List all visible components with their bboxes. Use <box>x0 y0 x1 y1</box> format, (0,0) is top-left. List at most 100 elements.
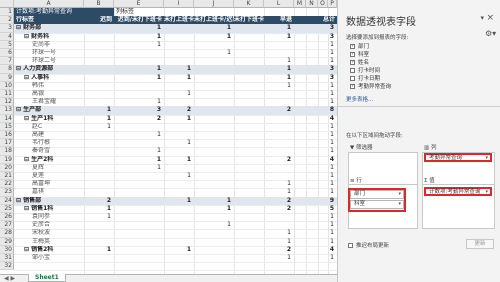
row-header[interactable]: 9 <box>0 73 14 82</box>
value-cell[interactable]: 1 <box>114 41 164 49</box>
row-header[interactable]: 7 <box>0 57 14 66</box>
value-cell[interactable] <box>234 147 264 155</box>
spreadsheet[interactable]: A B E I J K L M N O P 1 2 3 4 5 6 7 8 9 10 11 12 13 1… <box>0 0 337 282</box>
value-cell[interactable] <box>84 188 114 196</box>
value-cell[interactable] <box>264 90 294 98</box>
field-item[interactable]: ✓ 科室 <box>350 52 369 59</box>
value-cell[interactable]: 1 <box>114 65 164 73</box>
row-label-cell[interactable]: 嘉祺 <box>14 188 84 196</box>
col-header-O[interactable]: O <box>318 0 328 8</box>
row-header[interactable]: 11 <box>0 90 14 99</box>
row-header[interactable]: 4 <box>0 32 14 41</box>
field-item[interactable]: ✓ 姓名 <box>350 60 369 67</box>
row-label-cell[interactable]: 袁同参 <box>14 213 84 221</box>
value-cell[interactable] <box>234 139 264 147</box>
value-cell[interactable]: 1 <box>294 123 337 131</box>
row-header[interactable]: 24 <box>0 196 14 205</box>
value-cell[interactable] <box>114 123 164 131</box>
value-cell[interactable] <box>164 229 194 237</box>
checkbox-icon[interactable] <box>350 68 355 73</box>
value-cell[interactable] <box>194 213 234 221</box>
row-label-cell[interactable]: 史尚非 <box>14 41 84 49</box>
filter-cell[interactable]: 计数项:考勤异常查询 <box>14 8 114 17</box>
header-cell[interactable]: 未打上班卡 <box>164 16 194 24</box>
value-cell[interactable] <box>194 156 234 164</box>
row-header[interactable]: 28 <box>0 229 14 238</box>
row-label-cell[interactable]: ⊟ 人力资源部 <box>14 65 84 73</box>
select-all-corner[interactable] <box>0 0 14 8</box>
value-cell[interactable] <box>164 131 194 139</box>
value-cell[interactable]: 4 <box>294 246 337 254</box>
row-header[interactable]: 20 <box>0 163 14 172</box>
value-cell[interactable]: 1 <box>294 213 337 221</box>
value-cell[interactable] <box>264 164 294 172</box>
value-cell[interactable] <box>114 221 164 229</box>
value-cell[interactable] <box>194 246 234 254</box>
row-label-cell[interactable]: 环球二号 <box>14 57 84 65</box>
value-cell[interactable]: 2 <box>164 106 194 114</box>
col-header-L[interactable]: L <box>264 0 294 8</box>
value-cell[interactable]: 1 <box>114 74 164 82</box>
value-cell[interactable]: 1 <box>294 90 337 98</box>
value-cell[interactable]: 1 <box>164 172 194 180</box>
value-cell[interactable]: 1 <box>114 147 164 155</box>
value-cell[interactable] <box>234 164 264 172</box>
row-label-cell[interactable]: ⊟ 财务科 <box>14 33 84 41</box>
value-cell[interactable]: 1 <box>194 49 234 57</box>
value-cell[interactable]: 1 <box>114 164 164 172</box>
value-cell[interactable]: 1 <box>294 98 337 106</box>
value-cell[interactable] <box>234 106 264 114</box>
row-header[interactable]: 2 <box>0 16 14 25</box>
value-cell[interactable] <box>114 49 164 57</box>
value-cell[interactable]: 1 <box>194 205 234 213</box>
row-field-chip-dept[interactable]: 部门 ▾ <box>350 190 404 199</box>
value-cell[interactable]: 1 <box>114 98 164 106</box>
value-cell[interactable] <box>164 164 194 172</box>
value-cell[interactable] <box>164 82 194 90</box>
value-cell[interactable] <box>234 57 264 65</box>
value-cell[interactable]: 3 <box>114 106 164 114</box>
row-label-cell[interactable]: 韩伟 <box>14 82 84 90</box>
defer-layout-option[interactable]: 推迟布局更新 <box>348 241 389 249</box>
value-cell[interactable] <box>164 41 194 49</box>
value-cell[interactable]: 1 <box>194 24 234 32</box>
row-label-cell[interactable]: 高建 <box>14 131 84 139</box>
value-cell[interactable]: 1 <box>84 115 114 123</box>
value-cell[interactable]: 1 <box>164 65 194 73</box>
value-cell[interactable] <box>194 164 234 172</box>
value-cell[interactable]: 1 <box>264 188 294 196</box>
value-cell[interactable] <box>264 172 294 180</box>
value-cell[interactable] <box>194 229 234 237</box>
row-label-cell[interactable]: 赵C <box>14 123 84 131</box>
value-cell[interactable] <box>114 172 164 180</box>
value-cell[interactable] <box>114 254 164 262</box>
value-cell[interactable]: 2 <box>114 115 164 123</box>
value-cell[interactable] <box>114 139 164 147</box>
value-cell[interactable]: 4 <box>294 115 337 123</box>
value-cell[interactable] <box>194 41 234 49</box>
value-cell[interactable] <box>194 65 234 73</box>
row-label-cell[interactable]: 王君宝耀 <box>14 98 84 106</box>
value-cell[interactable] <box>164 49 194 57</box>
value-cell[interactable] <box>234 49 264 57</box>
value-cell[interactable] <box>84 139 114 147</box>
value-cell[interactable] <box>84 180 114 188</box>
value-cell[interactable] <box>84 33 114 41</box>
value-cell[interactable]: 1 <box>164 139 194 147</box>
value-cell[interactable] <box>114 229 164 237</box>
checkbox-icon[interactable] <box>350 76 355 81</box>
value-cell[interactable] <box>194 139 234 147</box>
row-header[interactable]: 30 <box>0 245 14 254</box>
update-button[interactable]: 更新 <box>466 239 494 249</box>
value-cell[interactable] <box>234 213 264 221</box>
row-header[interactable]: 18 <box>0 147 14 156</box>
col-header-I[interactable]: I <box>164 0 194 8</box>
row-header[interactable]: 16 <box>0 131 14 140</box>
value-cell[interactable]: 8 <box>294 106 337 114</box>
value-cell[interactable] <box>164 205 194 213</box>
value-cell[interactable] <box>194 131 234 139</box>
row-header[interactable]: 23 <box>0 188 14 197</box>
row-header[interactable]: 19 <box>0 155 14 164</box>
value-cell[interactable]: 1 <box>264 33 294 41</box>
sheet-tab[interactable]: Sheet1 <box>28 274 66 282</box>
